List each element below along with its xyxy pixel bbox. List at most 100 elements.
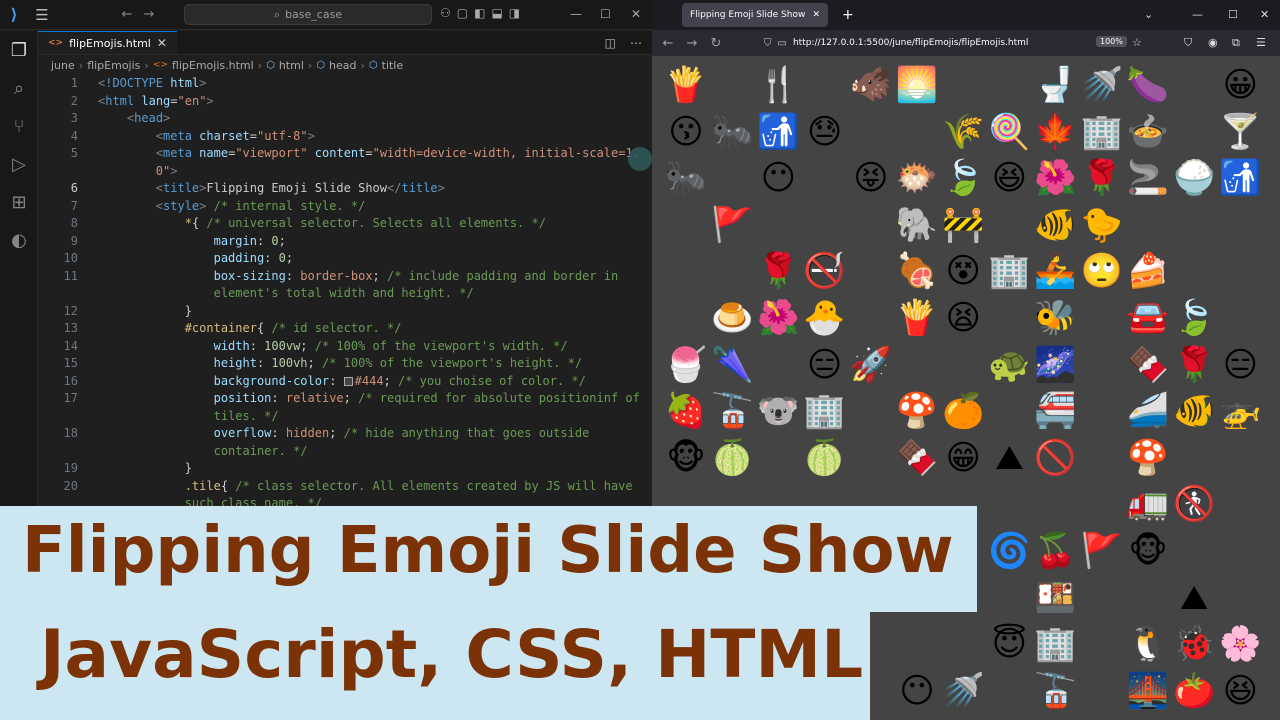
code-text: padding: 0; — [213, 251, 294, 265]
menu-icon[interactable]: ☰ — [1256, 36, 1266, 49]
code-line[interactable]: container. */ — [38, 443, 652, 461]
code-line[interactable]: tiles. */ — [38, 408, 652, 426]
breadcrumb-item[interactable]: flipEmojis.html — [172, 59, 254, 72]
code-line[interactable]: 12 } — [38, 303, 652, 321]
emoji-tile: 🍈 — [803, 437, 846, 478]
emoji-tile: 😵 — [945, 251, 981, 292]
code-line[interactable]: 15 height: 100vh; /* 100% of the viewpor… — [38, 355, 652, 373]
code-line[interactable]: 4 <meta charset="utf-8"> — [38, 128, 652, 146]
close-icon[interactable]: ✕ — [631, 7, 641, 21]
address-bar[interactable]: ⛉ ▭ http://127.0.0.1:5500/june/flipEmoji… — [764, 33, 1130, 53]
code-line[interactable]: 1 <!DOCTYPE html> — [38, 75, 652, 93]
split-editor-icon[interactable]: ◫ — [605, 36, 616, 50]
code-text: } — [98, 461, 192, 475]
code-line[interactable]: 5 <meta name="viewport" content="width=d… — [38, 145, 652, 163]
tab-close-icon[interactable]: ✕ — [812, 10, 820, 20]
forward-arrow-icon[interactable]: → — [680, 36, 704, 51]
code-line[interactable]: 17 position: relative; /* required for a… — [38, 390, 652, 408]
layout-icon[interactable]: ▢ — [457, 6, 468, 20]
toggle-secondary-sidebar-icon[interactable]: ◨ — [509, 6, 520, 20]
minimize-icon[interactable]: — — [570, 7, 582, 21]
maximize-icon[interactable]: ☐ — [1228, 8, 1238, 21]
code-line[interactable]: 19 } — [38, 460, 652, 478]
pocket-icon[interactable]: ⛉ — [1184, 36, 1192, 50]
reload-icon[interactable]: ↻ — [704, 36, 728, 51]
emoji-tile: 🌀 — [988, 531, 1031, 571]
extensions-icon[interactable]: ⧉ — [1232, 36, 1240, 50]
emoji-tile: 🌸 — [1219, 624, 1262, 665]
code-line[interactable]: 16 background-color: #444; /* you choise… — [38, 373, 652, 391]
command-search[interactable]: ⌕ base_case — [184, 4, 432, 25]
toggle-panel-icon[interactable]: ⬓ — [491, 6, 502, 20]
tab-close-icon[interactable]: ✕ — [157, 36, 167, 50]
code-text: <head> — [126, 111, 171, 125]
emoji-tile: 🌺 — [757, 298, 800, 338]
code-line[interactable]: 18 overflow: hidden; /* hide anything th… — [38, 425, 652, 443]
code-line[interactable]: 3 <head> — [38, 110, 652, 128]
emoji-tile: 🍫 — [895, 437, 939, 478]
breadcrumb-item[interactable]: html — [279, 59, 304, 72]
more-actions-icon[interactable]: ⋯ — [630, 36, 642, 50]
emoji-tile: 🚀 — [849, 344, 892, 385]
emoji-tile: 🚧 — [942, 204, 985, 245]
emoji-tile: 🙄 — [1080, 251, 1123, 292]
code-line[interactable]: 14 width: 100vw; /* 100% of the viewport… — [38, 338, 652, 356]
menu-icon[interactable]: ☰ — [28, 6, 56, 24]
emoji-tile: 🐜 — [711, 111, 754, 152]
emoji-tile: 🍴 — [757, 65, 800, 105]
forward-arrow-icon[interactable]: → — [138, 7, 160, 22]
code-line[interactable]: 20 .tile{ /* class selector. All element… — [38, 478, 652, 496]
remote-icon[interactable]: ◐ — [0, 221, 38, 259]
code-line[interactable]: 8 *{ /* universal selector. Selects all … — [38, 215, 652, 233]
code-line[interactable]: 13 #container{ /* id selector. */ — [38, 320, 652, 338]
shield-icon[interactable]: ⛉ — [764, 38, 772, 49]
breadcrumb-item[interactable]: title — [382, 59, 404, 72]
code-line[interactable]: 11 box-sizing: border-box; /* include pa… — [38, 268, 652, 286]
code-line[interactable]: 6 <title>Flipping Emoji Slide Show</titl… — [38, 180, 652, 198]
element-icon: ⬡ — [368, 59, 378, 71]
back-arrow-icon[interactable]: ← — [656, 36, 680, 51]
account-icon[interactable]: ◉ — [1208, 36, 1218, 49]
emoji-tile: 🍚 — [1173, 158, 1216, 199]
emoji-tile: 🍟 — [664, 65, 708, 105]
emoji-tile: 🍁 — [1034, 111, 1077, 152]
minimize-icon[interactable]: — — [1192, 8, 1203, 21]
emoji-tile: 😫 — [945, 298, 981, 338]
breadcrumb-item[interactable]: flipEmojis — [87, 59, 140, 72]
line-number: 14 — [63, 338, 78, 353]
emoji-tile: 🐨 — [757, 391, 800, 432]
bookmark-star-icon[interactable]: ☆ — [1132, 36, 1142, 49]
code-line[interactable]: 9 margin: 0; — [38, 233, 652, 251]
toggle-sidebar-icon[interactable]: ◧ — [474, 6, 485, 20]
close-icon[interactable]: ✕ — [1260, 8, 1269, 21]
code-line[interactable]: 10 padding: 0; — [38, 250, 652, 268]
search-icon[interactable]: ⌕ — [0, 69, 38, 107]
emoji-tile: 🐡 — [895, 158, 939, 199]
line-number: 19 — [63, 461, 78, 475]
screen: ⟩ ☰ ← → ⌕ base_case ⚇ ▢ ◧ ⬓ ◨ — ☐ ✕ ❐ ⌕ … — [0, 0, 1280, 720]
emoji-tile: 🍄 — [1126, 437, 1170, 478]
run-debug-icon[interactable]: ▷ — [0, 145, 38, 183]
list-tabs-icon[interactable]: ⌄ — [1144, 8, 1153, 21]
explorer-icon[interactable]: ❐ — [0, 31, 38, 69]
tab-flipemojis-html[interactable]: <> flipEmojis.html ✕ — [38, 31, 177, 54]
browser-tab[interactable]: Flipping Emoji Slide Show ✕ — [682, 3, 828, 27]
browser-tab-title: Flipping Emoji Slide Show — [690, 10, 806, 20]
maximize-icon[interactable]: ☐ — [600, 7, 611, 21]
code-line[interactable]: element's total width and height. */ — [38, 285, 652, 303]
copilot-icon[interactable]: ⚇ — [440, 6, 451, 20]
breadcrumb-item[interactable]: june — [51, 59, 75, 72]
source-control-icon[interactable]: ⑂ — [0, 107, 38, 145]
emoji-tile: 🍖 — [895, 251, 939, 292]
new-tab-icon[interactable]: + — [842, 7, 854, 23]
zoom-badge[interactable]: 100% — [1096, 36, 1127, 47]
extensions-icon[interactable]: ⊞ — [0, 183, 38, 221]
back-arrow-icon[interactable]: ← — [116, 7, 138, 22]
line-number: 7 — [70, 198, 78, 213]
code-text: box-sizing: border-box; /* include paddi… — [213, 268, 619, 283]
code-line[interactable]: 7 <style> /* internal style. */ — [38, 198, 652, 216]
breadcrumb-item[interactable]: head — [329, 59, 356, 72]
code-line[interactable]: 2 <html lang="en"> — [38, 93, 652, 111]
editor-tabbar: <> flipEmojis.html ✕ ◫ ⋯ — [38, 31, 652, 55]
code-line[interactable]: 0"> — [38, 163, 652, 181]
